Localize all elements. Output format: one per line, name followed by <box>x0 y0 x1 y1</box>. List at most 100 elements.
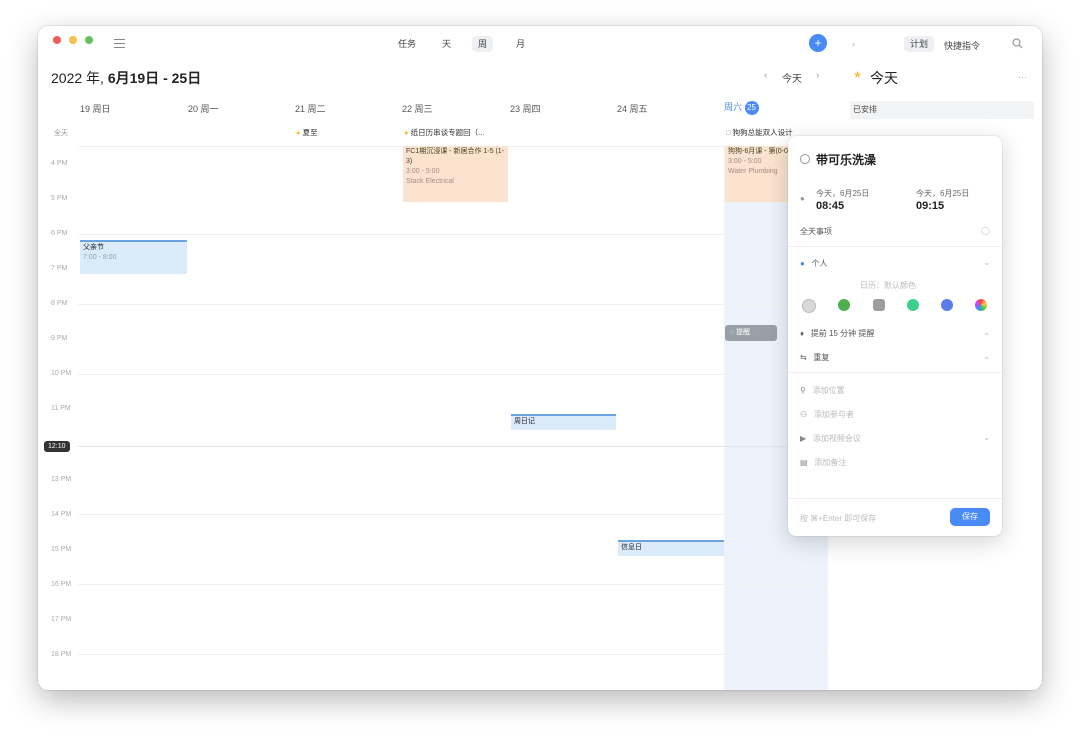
color-swatch-default[interactable] <box>802 299 816 313</box>
plan-button[interactable]: 计划 <box>904 36 935 52</box>
save-button[interactable]: 保存 <box>950 508 990 526</box>
view-tab-tasks[interactable]: 任务 <box>392 36 422 52</box>
divider <box>788 372 1002 373</box>
color-swatch-gray[interactable] <box>873 299 885 311</box>
time-label: 18 PM <box>51 651 72 658</box>
event-fc-course[interactable]: FC1期沉浸课 - 新居合作 1-5 (1-3) 3:00 - 5:00 Sta… <box>403 146 508 202</box>
grid-line <box>78 234 828 235</box>
grid-line <box>78 304 828 305</box>
time-label: 9 PM <box>51 335 68 342</box>
event-thursday[interactable]: 周日记 <box>511 414 616 430</box>
event-reminder-dragging[interactable]: ◌ 提醒 <box>725 325 777 341</box>
end-date-label[interactable]: 今天，6月25日 <box>916 188 969 199</box>
allday-event-summer-solstice[interactable]: ● 夏至 <box>296 127 318 138</box>
repeat-icon: ⇆ <box>800 353 807 362</box>
day-header-mon[interactable]: 20 周一 <box>188 102 219 115</box>
more-icon[interactable]: ··· <box>1018 72 1027 82</box>
time-label: 7 PM <box>51 265 68 272</box>
start-time-field[interactable]: 08:45 <box>816 200 844 212</box>
shortcuts-button[interactable]: 快捷指令 <box>944 39 980 52</box>
day-header-thu[interactable]: 23 周四 <box>510 102 541 115</box>
allday-event-wed[interactable]: ● 纸日历串谈专题回（... <box>404 127 484 138</box>
grid-line <box>78 374 828 375</box>
person-icon: ⚇ <box>800 410 808 419</box>
today-badge: 25 <box>744 101 759 115</box>
event-title-field[interactable]: 带可乐洗澡 <box>816 151 876 168</box>
next-week-button[interactable]: › <box>816 70 819 81</box>
day-header-fri[interactable]: 24 周五 <box>617 102 648 115</box>
close-window-button[interactable] <box>53 36 61 44</box>
today-panel-title: 今天 <box>870 70 898 86</box>
video-call-field[interactable]: ▶ 添加视频会议 <box>800 433 861 444</box>
invitees-field[interactable]: ⚇ 添加参与者 <box>800 409 854 420</box>
chevron-down-icon: ⌄ <box>983 328 990 337</box>
add-event-button[interactable]: + <box>809 34 827 52</box>
day-header-tue[interactable]: 21 周二 <box>295 102 326 115</box>
location-pin-icon: ⚲ <box>800 386 806 395</box>
page-title: 2022 年, 6月19日 - 25日 <box>51 70 202 86</box>
time-label: 4 PM <box>51 160 68 167</box>
clock-icon: ● <box>800 194 805 203</box>
color-swatch-blue[interactable] <box>941 299 953 311</box>
day-header-sat[interactable]: 周六 25 <box>724 100 759 115</box>
color-swatch-mint[interactable] <box>907 299 919 311</box>
scheduled-section-header: 已安排 <box>850 101 1034 119</box>
time-label: 5 PM <box>51 195 68 202</box>
time-label: 17 PM <box>51 616 72 623</box>
video-icon: ▶ <box>800 434 807 443</box>
color-swatch-green[interactable] <box>838 299 850 311</box>
reminder-selector[interactable]: ♦ 提前 15 分钟 提醒 <box>800 328 874 339</box>
allday-toggle-label[interactable]: 全天事项 <box>800 226 832 237</box>
start-date-label[interactable]: 今天，6月25日 <box>816 188 869 199</box>
note-icon: ▤ <box>800 458 808 467</box>
calendar-window: 任务 天 周 月 + › 计划 快捷指令 2022 年, 6月19日 - 25日… <box>38 26 1042 690</box>
day-header-sun[interactable]: 19 周日 <box>80 102 111 115</box>
event-fathers-day[interactable]: 父亲节 7:00 - 8:00 <box>80 240 187 274</box>
chevron-down-icon: ⌄ <box>983 258 990 267</box>
time-label: 11 PM <box>51 405 71 412</box>
color-hint: 日历：默认颜色 <box>860 281 916 290</box>
current-time-line <box>78 446 828 447</box>
view-tab-day[interactable]: 天 <box>436 36 457 52</box>
allday-event-sat[interactable]: □ 狗狗总能双人设计 <box>726 127 793 138</box>
grid-line <box>78 584 828 585</box>
repeat-selector[interactable]: ⇆ 重复 <box>800 352 829 363</box>
day-header-wed[interactable]: 22 周三 <box>402 102 433 115</box>
notes-field[interactable]: ▤ 添加备注 <box>800 457 846 468</box>
sidebar-toggle-icon[interactable] <box>114 39 125 48</box>
chevron-down-icon: ⌄ <box>983 433 990 442</box>
time-label: 10 PM <box>51 370 72 377</box>
event-friday[interactable]: 信息日 <box>618 540 724 556</box>
current-time-badge: 12:10 <box>44 441 70 452</box>
forward-icon[interactable]: › <box>852 39 855 49</box>
check-circle-icon: ◌ <box>730 329 735 336</box>
event-editor-popup: 带可乐洗澡 今天，6月25日 08:45 今天，6月25日 09:15 ● 全天… <box>788 136 1002 536</box>
zoom-window-button[interactable] <box>85 36 93 44</box>
star-icon: ★ <box>853 70 862 81</box>
prev-week-button[interactable]: ‹ <box>764 70 767 81</box>
view-tab-month[interactable]: 月 <box>510 36 531 52</box>
time-label: 15 PM <box>51 546 72 553</box>
divider <box>788 498 1002 499</box>
task-checkbox[interactable] <box>800 154 810 164</box>
calendar-selector[interactable]: ● 个人 <box>800 258 828 269</box>
color-picker-icon[interactable] <box>975 299 987 311</box>
view-tab-week[interactable]: 周 <box>472 36 494 52</box>
location-field[interactable]: ⚲ 添加位置 <box>800 385 845 396</box>
event-saturday-course[interactable]: 狗狗-6月课 - 第(0-0) 3:00 - 5:00 Water Plumbi… <box>725 146 795 202</box>
allday-switch[interactable]: ◯ <box>981 226 990 235</box>
end-time-field[interactable]: 09:15 <box>916 200 944 212</box>
grid-line <box>78 654 828 655</box>
search-icon[interactable] <box>1012 38 1023 49</box>
time-label: 13 PM <box>51 476 72 483</box>
grid-line <box>78 514 828 515</box>
save-hint: 按 ⌘+Enter 即可保存 <box>800 514 877 523</box>
bell-icon: ♦ <box>800 329 805 338</box>
time-label: 6 PM <box>51 230 68 237</box>
time-label: 8 PM <box>51 300 68 307</box>
time-label: 14 PM <box>51 511 72 518</box>
today-button[interactable]: 今天 <box>782 70 802 85</box>
chevron-down-icon: ⌄ <box>983 352 990 361</box>
minimize-window-button[interactable] <box>69 36 77 44</box>
allday-label: 全天 <box>54 130 68 137</box>
